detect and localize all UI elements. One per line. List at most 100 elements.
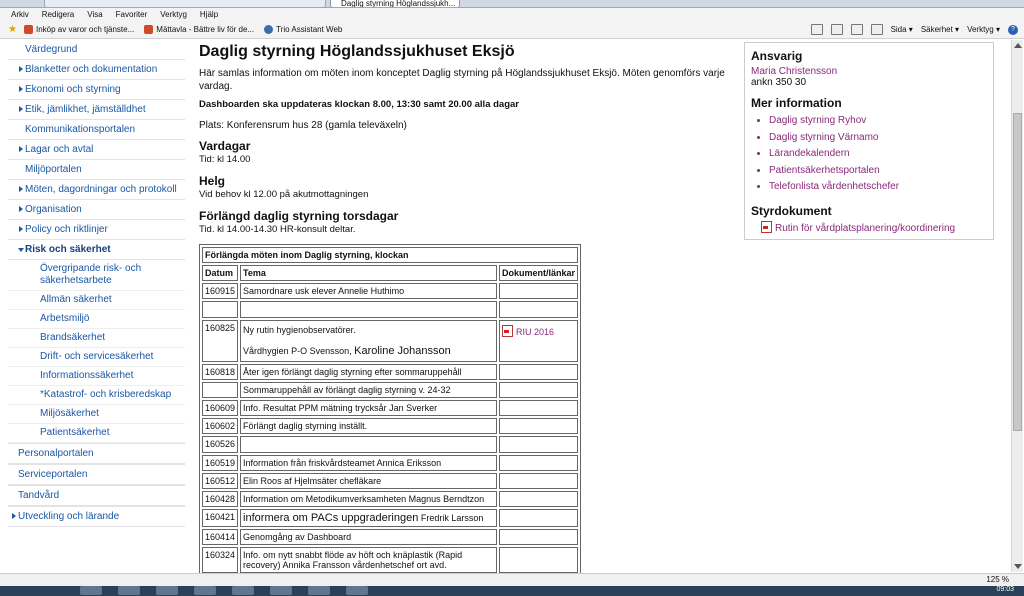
sidebar-subitem[interactable]: Informationssäkerhet: [8, 367, 185, 386]
schedule-sections: Vardagar Tid: kl 14.00 Helg Vid behov kl 12…: [199, 139, 734, 235]
sidebar-subitem[interactable]: Arbetsmiljö: [8, 310, 185, 329]
sidebar-item[interactable]: Policy och riktlinjer: [8, 220, 185, 240]
row-date: 160915: [202, 283, 239, 299]
sidebar-subitem[interactable]: Miljösäkerhet: [8, 405, 185, 424]
tools-menu[interactable]: Verktyg ▾: [967, 25, 1000, 34]
mail-icon[interactable]: [850, 24, 863, 35]
row-theme: Info. Resultat PPM mätning trycksår Jan …: [240, 400, 497, 416]
expand-arrow-icon[interactable]: [19, 146, 23, 152]
table-row: 160915 Samordnare usk elever Annelie Huth…: [202, 283, 578, 299]
sidebar-item[interactable]: Ekonomi och styrning: [8, 80, 185, 100]
sidebar-subitem[interactable]: Brandsäkerhet: [8, 329, 185, 348]
sidebar-subitem[interactable]: Drift- och servicesäkerhet: [8, 348, 185, 367]
document-link[interactable]: RIU 2016: [501, 325, 554, 337]
table-caption-row: Förlängda möten inom Daglig styrning, kl…: [202, 247, 578, 263]
favorite-link[interactable]: Mättavla - Bättre liv för de...: [144, 25, 254, 34]
row-theme-line2: Vårdhygien P-O Svensson, Karoline Johans…: [243, 345, 494, 357]
expand-arrow-icon[interactable]: [19, 206, 23, 212]
expand-arrow-icon[interactable]: [19, 226, 23, 232]
sidebar-item-label: Policy och riktlinjer: [25, 224, 108, 235]
zoom-level[interactable]: 125 %: [986, 575, 1009, 584]
browser-tab-previous[interactable]: [44, 0, 326, 7]
sidebar-item[interactable]: Blanketter och dokumentation: [8, 60, 185, 80]
row-date: [202, 301, 239, 318]
row-theme-text: Sommaruppehåll av förlängt daglig styrni…: [243, 385, 451, 395]
sidebar-subitem[interactable]: Allmän säkerhet: [8, 291, 185, 310]
row-link: [498, 455, 578, 471]
sidebar-item[interactable]: Personalportalen: [8, 443, 185, 464]
taskbar-app-icon[interactable]: [118, 586, 140, 595]
favorite-label: Trio Assistant Web: [276, 25, 343, 34]
menu-item[interactable]: Visa: [87, 10, 102, 19]
favorite-link[interactable]: Inköp av varor och tjänste...: [24, 25, 134, 34]
responsible-name-link[interactable]: Maria Christensson: [751, 66, 987, 77]
sidebar-subitem[interactable]: Övergripande risk- och säkerhetsarbete: [8, 260, 185, 291]
section-text: Tid. kl 14.00-14.30 HR-konsult deltar.: [199, 224, 356, 235]
home-icon[interactable]: [810, 24, 823, 35]
sidebar-item[interactable]: Värdegrund: [8, 40, 185, 60]
taskbar-app-icon[interactable]: [194, 586, 216, 595]
help-icon[interactable]: ?: [1008, 24, 1018, 35]
row-date: 160428: [202, 491, 239, 507]
sidebar-item[interactable]: Kommunikationsportalen: [8, 120, 185, 140]
scroll-down-icon[interactable]: [1014, 564, 1022, 569]
sidebar-item[interactable]: Tandvård: [8, 485, 185, 506]
sidebar-item[interactable]: Lagar och avtal: [8, 140, 185, 160]
favorites-star-icon[interactable]: ★: [8, 24, 18, 35]
taskbar-app-icon[interactable]: [232, 586, 254, 595]
page-menu[interactable]: Sida ▾: [891, 25, 913, 34]
sidebar-item[interactable]: Organisation: [8, 200, 185, 220]
menu-item[interactable]: Redigera: [42, 10, 74, 19]
menu-item[interactable]: Hjälp: [200, 10, 218, 19]
favorite-page-icon: [24, 25, 33, 34]
sidebar-item[interactable]: Utveckling och lärande: [8, 506, 185, 527]
steering-doc-label: Rutin för vårdplatsplanering/koordinerin…: [775, 222, 956, 234]
expand-arrow-icon[interactable]: [19, 106, 23, 112]
more-info-link[interactable]: Patientsäkerhetsportalen: [769, 163, 987, 180]
scroll-thumb[interactable]: [1013, 113, 1022, 431]
more-info-link[interactable]: Lärandekalendern: [769, 146, 987, 163]
sidebar-item[interactable]: Möten, dagordningar och protokoll: [8, 180, 185, 200]
more-info-link[interactable]: Daglig styrning Värnamo: [769, 130, 987, 147]
print-icon[interactable]: [870, 24, 883, 35]
tab-title: Daglig styrning Höglandssjukh...: [341, 0, 456, 8]
row-theme-text: Information om Metodikumverksamheten Mag…: [243, 494, 485, 504]
browser-tab-active[interactable]: Daglig styrning Höglandssjukh...: [330, 0, 460, 8]
sidebar-item-label: Risk och säkerhet: [25, 244, 111, 255]
taskbar-app-icon[interactable]: [156, 586, 178, 595]
more-info-link[interactable]: Telefonlista vårdenhetschefer: [769, 179, 987, 196]
scroll-up-icon[interactable]: [1014, 43, 1022, 48]
toolbar-commands: Sida ▾ Säkerhet ▾ Verktyg ▾ ?: [810, 21, 1018, 38]
sidebar-subitem[interactable]: Patientsäkerhet: [8, 424, 185, 443]
sidebar-item[interactable]: Serviceportalen: [8, 464, 185, 485]
taskbar-app-icon[interactable]: [308, 586, 330, 595]
expand-arrow-icon[interactable]: [12, 513, 16, 519]
section-heading: Förlängd daglig styrning torsdagar: [199, 209, 399, 223]
sidebar-item-risk-och-sakerhet[interactable]: Risk och säkerhet: [8, 240, 185, 260]
row-link: [498, 473, 578, 489]
expand-arrow-icon[interactable]: [19, 66, 23, 72]
steering-doc-link[interactable]: Rutin för vårdplatsplanering/koordinerin…: [761, 220, 987, 238]
sidebar-item-label: Möten, dagordningar och protokoll: [25, 184, 177, 195]
sidebar-item[interactable]: Etik, jämlikhet, jämställdhet: [8, 100, 185, 120]
favorite-link[interactable]: Trio Assistant Web: [264, 25, 342, 34]
table-row: 160324 Info. om nytt snabbt flöde av höft…: [202, 547, 578, 573]
vertical-scrollbar[interactable]: [1011, 40, 1023, 572]
taskbar-app-icon[interactable]: [80, 586, 102, 595]
security-menu[interactable]: Säkerhet ▾: [921, 25, 959, 34]
menu-item[interactable]: Favoriter: [116, 10, 148, 19]
feeds-icon[interactable]: [830, 24, 843, 35]
sidebar-item[interactable]: Miljöportalen: [8, 160, 185, 180]
collapse-arrow-icon[interactable]: [18, 248, 24, 252]
menu-item[interactable]: Arkiv: [11, 10, 29, 19]
row-theme: Samordnare usk elever Annelie Huthimo: [240, 283, 497, 299]
sidebar-subitem[interactable]: *Katastrof- och krisberedskap: [8, 386, 185, 405]
expand-arrow-icon[interactable]: [19, 186, 23, 192]
row-theme: Information om Metodikumverksamheten Mag…: [240, 491, 497, 507]
menu-item[interactable]: Verktyg: [160, 10, 187, 19]
pdf-icon: [761, 220, 772, 233]
taskbar-app-icon[interactable]: [346, 586, 368, 595]
expand-arrow-icon[interactable]: [19, 86, 23, 92]
taskbar-app-icon[interactable]: [270, 586, 292, 595]
more-info-link[interactable]: Daglig styrning Ryhov: [769, 113, 987, 130]
